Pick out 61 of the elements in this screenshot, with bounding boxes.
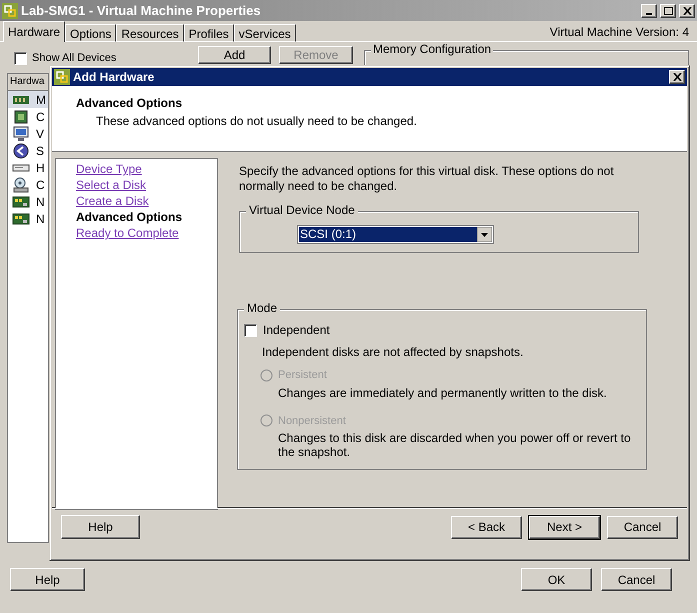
wizard-button[interactable]: Cancel [607,516,678,538]
add-button[interactable]: Add [198,46,271,64]
step-link[interactable]: Device Type [76,161,142,177]
memory-group-title: Memory Configuration [371,43,494,55]
window-title: Lab-SMG1 - Virtual Machine Properties [21,2,262,20]
footer-button[interactable]: Cancel [601,568,672,591]
minimize-icon [646,12,652,14]
tab[interactable]: Hardware [3,21,66,42]
current-step: Advanced Options [76,209,182,225]
help-button[interactable]: Help [61,515,140,539]
device-node-dropdown[interactable]: SCSI (0:1) [297,224,494,244]
cd-drive-icon [12,176,30,192]
list-item[interactable]: C [8,176,48,193]
monitor-icon [12,126,30,142]
wizard-button[interactable]: < Back [451,516,522,538]
description-text: Specify the advanced options for this virtual disk. These options do not normally need to be changed. [239,164,615,194]
mode-option-label: Persistent [278,368,327,383]
mode-option-label: Nonpersistent [278,414,346,428]
step-link[interactable]: Select a Disk [76,177,146,193]
network-card-icon [12,194,30,210]
dialog-title: Add Hardware [73,69,156,86]
close-icon [682,6,692,14]
close-icon [672,73,682,81]
mode-title: Mode [244,302,280,314]
checkbox[interactable] [244,324,257,336]
list-item[interactable]: N [8,193,48,210]
list-item[interactable]: H [8,159,48,176]
list-item[interactable]: V [8,125,48,142]
help-button[interactable]: Help [10,568,85,591]
mode-option-description: Changes are immediately and permanently written to the disk. [277,386,608,400]
network-card-icon [12,210,30,226]
header-title: Advanced Options [76,95,184,112]
wizard-button[interactable]: Next > [529,516,600,538]
dialog-close-button[interactable] [669,70,685,84]
tab[interactable]: Profiles [184,24,234,42]
independent-note: Independent disks are not affected by snapshots. [261,344,524,361]
header-subtitle: These advanced options do not usually need to be changed. [95,113,418,130]
step-link[interactable]: Create a Disk [76,193,149,209]
close-button[interactable] [679,4,695,18]
dropdown-arrow-icon [477,226,492,242]
maximize-icon [664,6,672,14]
list-item[interactable]: S [8,142,48,159]
device-node-title: Virtual Device Node [246,204,358,216]
step-link[interactable]: Ready to Complete [76,225,179,241]
checkbox[interactable] [14,52,27,65]
maximize-button[interactable] [660,4,676,18]
tab[interactable]: Resources [116,24,184,42]
independent-label: Independent [263,322,330,339]
mode-option-description: Changes to this disk are discarded when you power off or revert to the snapshot. [277,431,632,459]
list-item[interactable]: C [8,108,48,125]
list-header: Hardwa [8,74,48,91]
footer-button[interactable]: OK [521,568,592,591]
show-all-devices-label: Show All Devices [32,51,116,66]
tab[interactable]: vServices [234,24,296,42]
tab[interactable]: Options [65,24,116,42]
list-item[interactable]: N [8,210,48,227]
minimize-button[interactable] [641,4,657,18]
chip-icon [12,108,30,124]
list-item[interactable]: M [8,91,48,108]
app-logo-icon [2,2,18,18]
version-label: Virtual Machine Version: 4 [550,24,689,40]
